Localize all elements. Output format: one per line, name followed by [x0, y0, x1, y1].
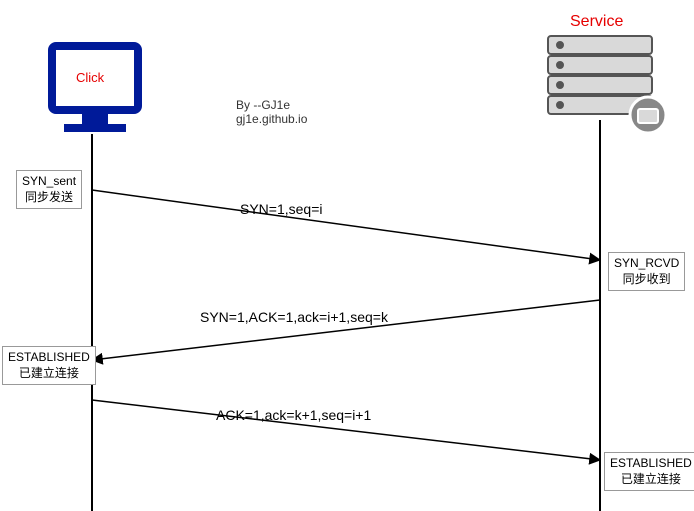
state-title: SYN_RCVD [614, 256, 679, 270]
client-icon [52, 46, 138, 132]
state-title: SYN_sent [22, 174, 76, 188]
state-syn-sent: SYN_sent 同步发送 [16, 170, 82, 209]
server-icon [548, 36, 666, 133]
server-label: Service [570, 12, 623, 33]
state-established-server: ESTABLISHED 已建立连接 [604, 452, 694, 491]
state-sub: 已建立连接 [19, 366, 79, 380]
state-syn-rcvd: SYN_RCVD 同步收到 [608, 252, 685, 291]
state-established-client: ESTABLISHED 已建立连接 [2, 346, 96, 385]
msg1-label: SYN=1,seq=i [240, 200, 323, 218]
state-title: ESTABLISHED [8, 350, 90, 364]
msg1-arrow [92, 190, 600, 260]
state-sub: 同步收到 [623, 272, 671, 286]
state-sub: 已建立连接 [621, 472, 681, 486]
credit-line2: gj1e.github.io [236, 112, 307, 128]
msg3-label: ACK=1,ack=k+1,seq=i+1 [216, 406, 371, 424]
state-sub: 同步发送 [25, 190, 73, 204]
msg2-label: SYN=1,ACK=1,ack=i+1,seq=k [200, 308, 388, 326]
client-label: Click [76, 70, 104, 87]
state-title: ESTABLISHED [610, 456, 692, 470]
